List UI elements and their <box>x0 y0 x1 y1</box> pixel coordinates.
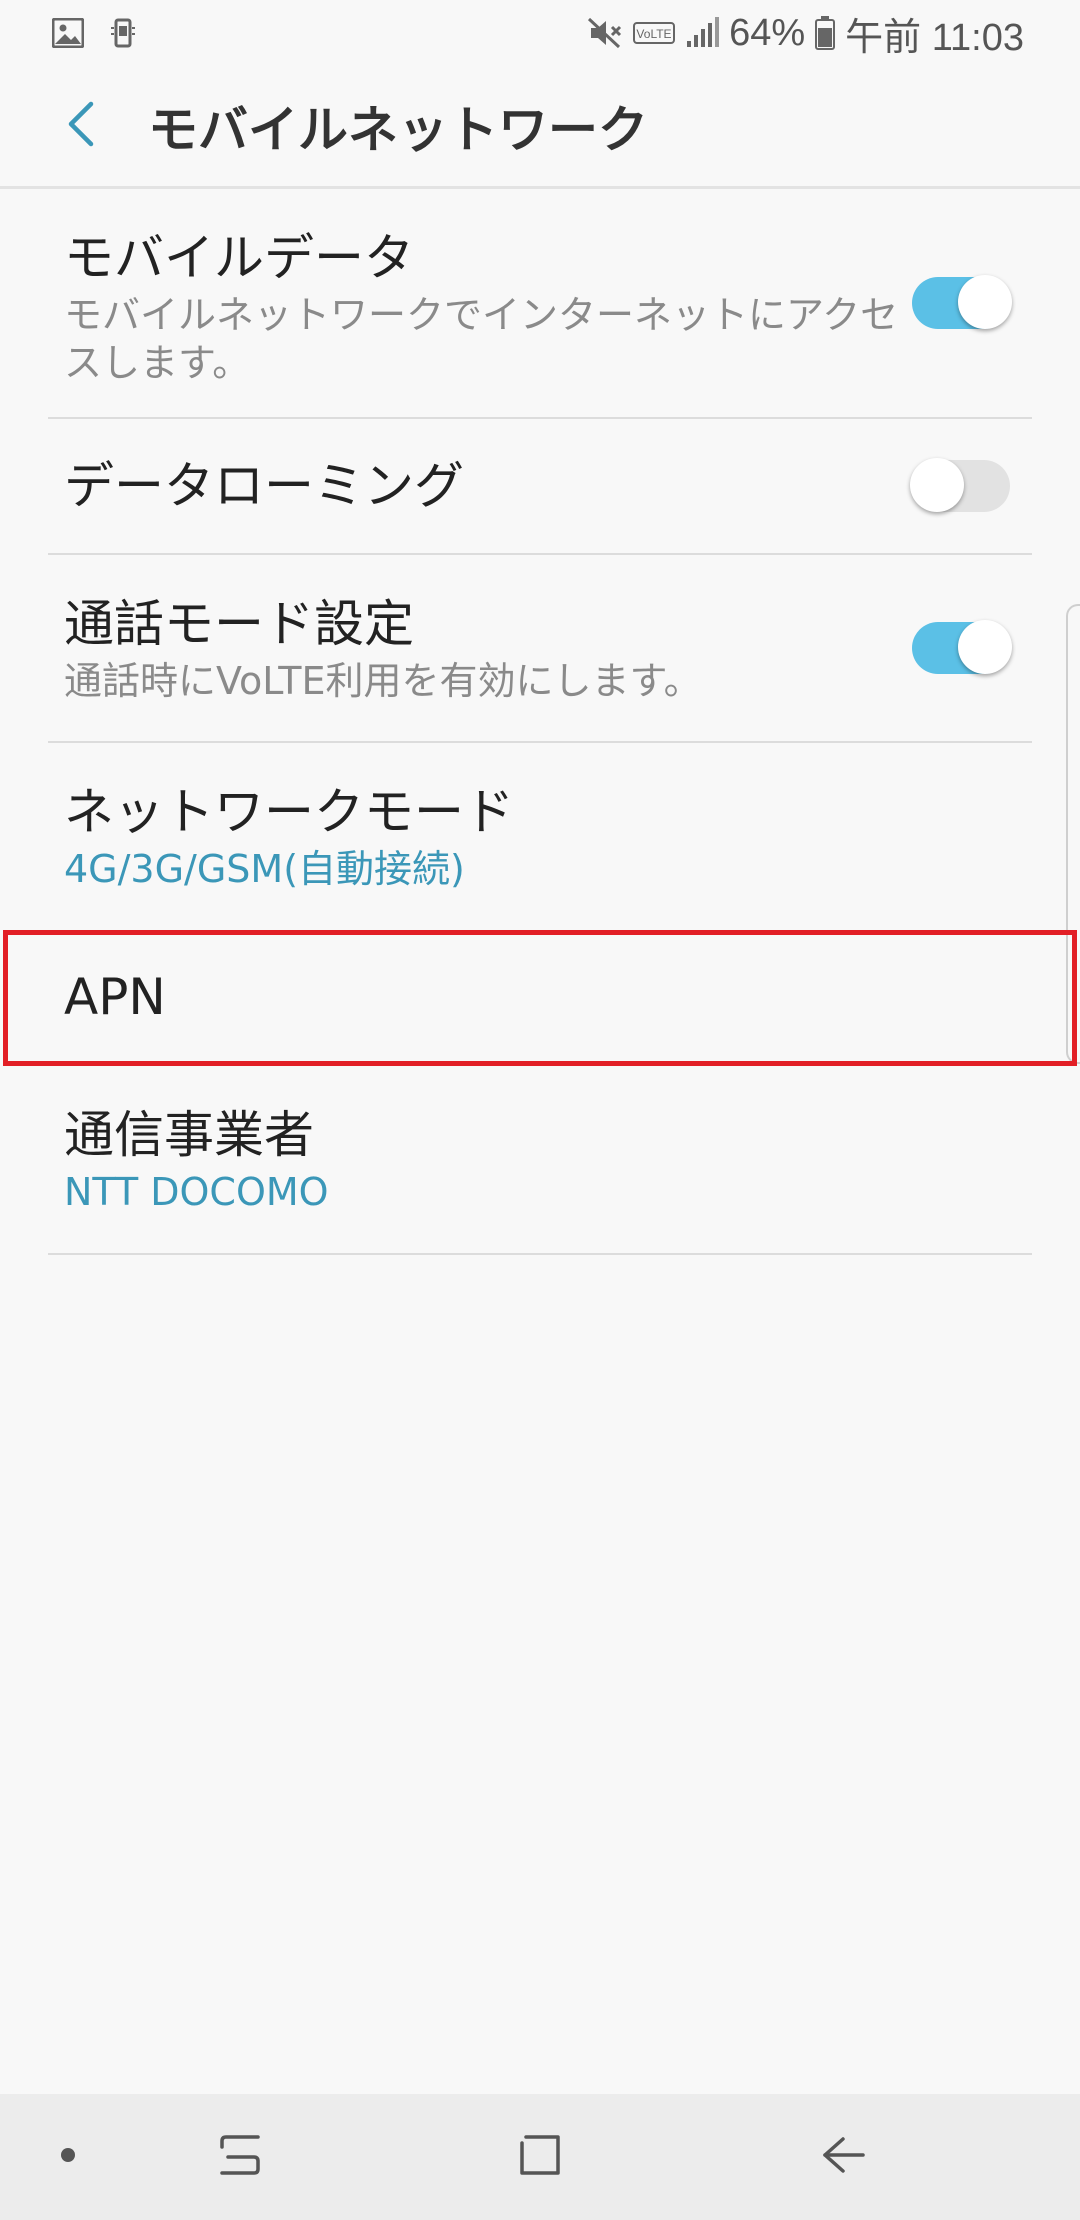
setting-data-roaming[interactable]: データローミング <box>48 419 1032 555</box>
recents-icon <box>218 2133 262 2181</box>
back-nav-button[interactable] <box>804 2094 884 2220</box>
home-icon <box>518 2133 562 2181</box>
network-mode-label: ネットワークモード <box>64 783 514 841</box>
data-roaming-toggle[interactable] <box>910 458 1010 512</box>
setting-carrier[interactable]: 通信事業者 NTT DOCOMO <box>48 1065 1032 1255</box>
mobile-data-label: モバイルデータ <box>64 229 414 287</box>
battery-icon <box>815 16 836 50</box>
setting-apn[interactable]: APN <box>48 929 1032 1065</box>
mobile-data-toggle[interactable] <box>912 275 1012 329</box>
volte-icon: VoLTE <box>633 21 676 45</box>
data-roaming-label: データローミング <box>64 457 464 515</box>
screenshot-icon <box>110 18 136 48</box>
mobile-data-description-line2: スします。 <box>64 341 251 385</box>
battery-percent: 64% <box>729 11 806 54</box>
network-mode-value: 4G/3G/GSM(自動接続) <box>64 847 465 891</box>
chevron-left-icon <box>65 101 95 151</box>
setting-mobile-data[interactable]: モバイルデータ モバイルネットワークでインターネットにアクセ スします。 <box>48 189 1032 419</box>
navigation-bar <box>0 2094 1080 2220</box>
setting-network-mode[interactable]: ネットワークモード 4G/3G/GSM(自動接続) <box>48 743 1032 929</box>
call-mode-description: 通話時にVoLTE利用を有効にします。 <box>64 659 702 703</box>
edge-panel-handle[interactable] <box>1066 604 1080 1064</box>
signal-icon <box>685 17 720 49</box>
call-mode-toggle[interactable] <box>912 620 1012 674</box>
setting-call-mode[interactable]: 通話モード設定 通話時にVoLTE利用を有効にします。 <box>48 555 1032 743</box>
status-time: 午前 11:03 <box>845 16 1024 59</box>
back-button[interactable] <box>40 86 120 166</box>
recents-button[interactable] <box>200 2094 280 2220</box>
dot-icon <box>60 2147 76 2167</box>
carrier-label: 通信事業者 <box>64 1106 314 1164</box>
back-arrow-icon <box>821 2135 867 2179</box>
dot-button[interactable] <box>38 2094 98 2220</box>
carrier-value: NTT DOCOMO <box>64 1170 329 1214</box>
app-bar: モバイルネットワーク <box>0 66 1080 189</box>
call-mode-label: 通話モード設定 <box>64 595 414 653</box>
page-title: モバイルネットワーク <box>148 101 648 159</box>
mute-icon <box>587 17 623 49</box>
gallery-icon <box>52 18 84 48</box>
settings-list: モバイルデータ モバイルネットワークでインターネットにアクセ スします。 データ… <box>0 189 1080 1255</box>
mobile-data-description-line1: モバイルネットワークでインターネットにアクセ <box>64 293 899 337</box>
home-button[interactable] <box>500 2094 580 2220</box>
apn-label: APN <box>64 968 166 1026</box>
status-bar: VoLTE 64% 午前 11:03 <box>0 0 1080 66</box>
svg-text:VoLTE: VoLTE <box>637 27 672 41</box>
